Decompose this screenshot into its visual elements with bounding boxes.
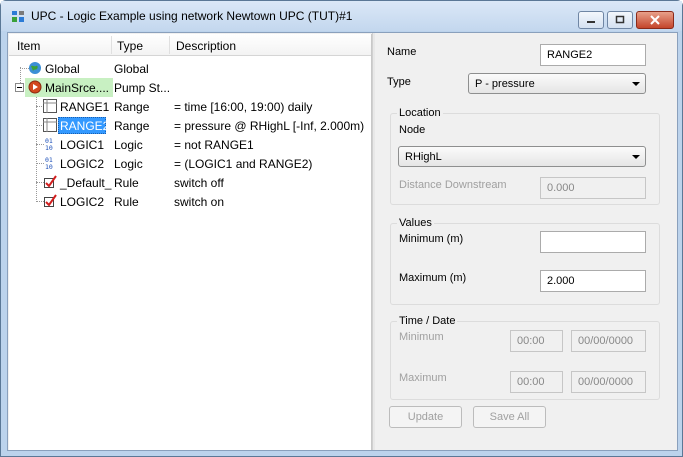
tree-item-label: _Default_ <box>60 176 112 190</box>
name-label: Name <box>387 46 417 58</box>
tree-item-label: LOGIC2 <box>60 195 105 209</box>
logic-icon: 01 10 <box>45 156 53 170</box>
range-icon <box>43 118 57 132</box>
minimize-button[interactable] <box>578 11 604 29</box>
tree-row[interactable]: _Default_ Rule switch off <box>9 173 371 192</box>
tree-item-description: = not RANGE1 <box>174 138 254 152</box>
time-minimum-label: Minimum <box>399 331 444 343</box>
tree-item-type: Logic <box>114 138 143 152</box>
range-icon <box>43 99 57 113</box>
type-label: Type <box>387 76 411 88</box>
tree-item-label: MainSrce.... <box>45 81 110 95</box>
play-icon <box>28 80 42 94</box>
tree-item-description: switch on <box>174 195 225 209</box>
tree-item-type: Global <box>114 62 149 76</box>
tree-item-type: Range <box>114 119 150 133</box>
tree-row[interactable]: 01 10 LOGIC1 Logic = not RANGE1 <box>9 135 371 154</box>
maximize-icon <box>615 15 625 24</box>
tree-item-label: LOGIC2 <box>60 157 105 171</box>
tree-item-type: Pump St... <box>114 81 171 95</box>
time-date-group-title: Time / Date <box>397 315 458 327</box>
chevron-down-icon <box>632 155 640 159</box>
update-button[interactable]: Update <box>389 406 462 428</box>
time-minimum-date-field: 00/00/0000 <box>571 330 646 352</box>
tree-item-description: switch off <box>174 176 224 190</box>
tree-row-selected[interactable]: RANGE2 Range = pressure @ RHighL [-Inf, … <box>9 116 371 135</box>
tree-item-type: Rule <box>114 195 139 209</box>
tree-row[interactable]: RANGE1 Range = time [16:00, 19:00) daily <box>9 97 371 116</box>
tree-item-type: Logic <box>114 157 143 171</box>
column-header-item[interactable]: Item <box>17 39 40 53</box>
tree-header: Item Type Description <box>9 34 371 56</box>
time-minimum-time-field: 00:00 <box>510 330 563 352</box>
close-button[interactable] <box>636 11 674 29</box>
properties-panel: Name RANGE2 Type P - pressure Location N… <box>375 34 677 450</box>
column-header-type[interactable]: Type <box>117 39 143 53</box>
window-title: UPC - Logic Example using network Newtow… <box>31 9 353 23</box>
time-maximum-time-field: 00:00 <box>510 371 563 393</box>
tree-item-label: RANGE1 <box>60 100 110 114</box>
tree-item-description: = (LOGIC1 and RANGE2) <box>174 157 313 171</box>
name-field[interactable]: RANGE2 <box>540 44 646 66</box>
client-area: Item Type Description Global Global Main… <box>7 32 678 451</box>
collapse-toggle-icon[interactable] <box>15 83 24 92</box>
tree-item-label: LOGIC1 <box>60 138 105 152</box>
app-icon <box>12 11 24 22</box>
close-icon <box>650 15 660 25</box>
distance-downstream-label: Distance Downstream <box>399 179 507 191</box>
globe-icon <box>29 62 41 74</box>
minimum-label: Minimum (m) <box>399 233 464 245</box>
column-divider <box>169 36 170 54</box>
tree-item-type: Rule <box>114 176 139 190</box>
node-label: Node <box>399 124 426 136</box>
tree-item-label: RANGE2 <box>60 119 110 133</box>
logic-tree-list[interactable]: Item Type Description Global Global Main… <box>9 34 372 450</box>
minimum-field[interactable] <box>540 231 646 253</box>
location-group-title: Location <box>397 107 443 119</box>
tree-row[interactable]: LOGIC2 Rule switch on <box>9 192 371 211</box>
title-bar: UPC - Logic Example using network Newtow… <box>1 1 682 31</box>
distance-downstream-field: 0.000 <box>540 177 646 199</box>
chevron-down-icon <box>632 82 640 86</box>
maximum-field[interactable]: 2.000 <box>540 270 646 292</box>
type-dropdown-value: P - pressure <box>475 78 535 90</box>
rule-check-icon <box>44 194 57 207</box>
tree-item-description: = time [16:00, 19:00) daily <box>174 100 313 114</box>
node-dropdown-value: RHighL <box>405 151 442 163</box>
time-maximum-date-field: 00/00/0000 <box>571 371 646 393</box>
type-dropdown[interactable]: P - pressure <box>468 73 646 94</box>
tree-row[interactable]: 01 10 LOGIC2 Logic = (LOGIC1 and RANGE2) <box>9 154 371 173</box>
tree-item-type: Range <box>114 100 150 114</box>
column-divider <box>111 36 112 54</box>
tree-row[interactable]: MainSrce.... Pump St... <box>9 78 371 97</box>
maximum-label: Maximum (m) <box>399 272 467 284</box>
column-header-description[interactable]: Description <box>176 39 236 53</box>
save-all-button[interactable]: Save All <box>473 406 546 428</box>
tree-item-label: Global <box>45 62 80 76</box>
time-maximum-label: Maximum <box>399 372 447 384</box>
minimize-icon <box>587 21 595 23</box>
rule-check-icon <box>44 175 57 188</box>
maximize-button[interactable] <box>607 11 633 29</box>
svg-text:10: 10 <box>45 163 53 170</box>
tree-row[interactable]: Global Global <box>9 59 371 78</box>
app-window: UPC - Logic Example using network Newtow… <box>0 0 683 457</box>
node-dropdown[interactable]: RHighL <box>398 146 646 167</box>
logic-icon: 01 10 <box>45 137 53 151</box>
values-group-title: Values <box>397 217 434 229</box>
svg-text:10: 10 <box>45 144 53 151</box>
tree-item-description: = pressure @ RHighL [-Inf, 2.000m) <box>174 119 365 133</box>
